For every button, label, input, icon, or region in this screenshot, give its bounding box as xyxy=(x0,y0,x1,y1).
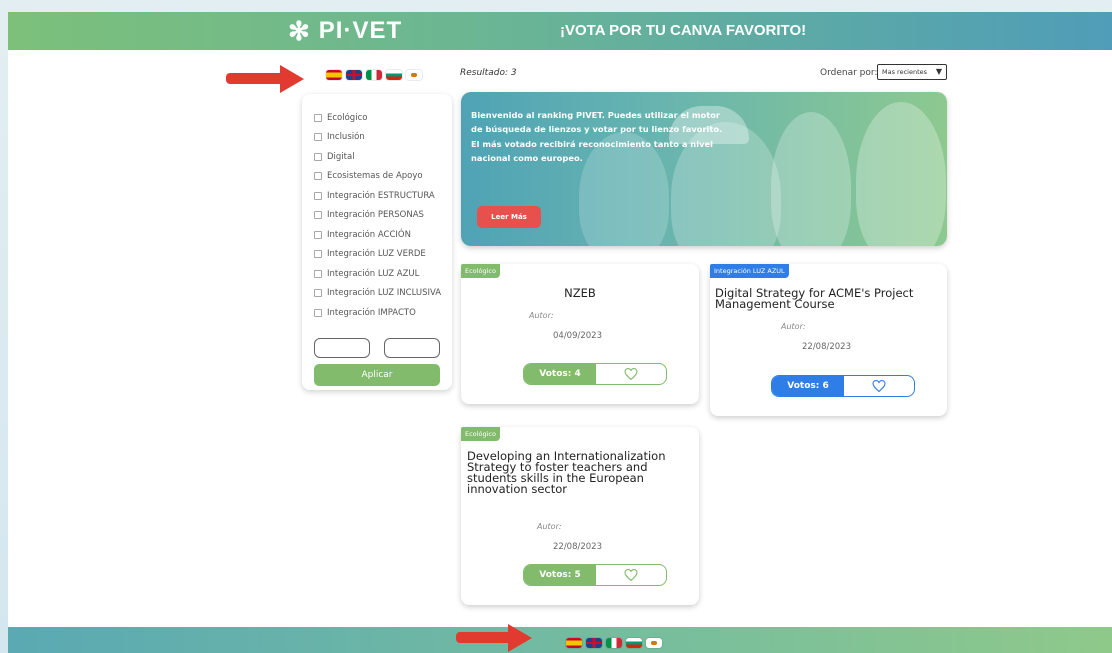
filter-item[interactable]: Integración LUZ INCLUSIVA xyxy=(314,284,452,304)
flag-it-icon[interactable] xyxy=(366,70,382,80)
page-frame: ✻ PI·VET ¡VOTA POR TU CANVA FAVORITO! Ec… xyxy=(8,12,1112,653)
filter-label: Integración LUZ VERDE xyxy=(327,249,426,260)
filter-label: Integración LUZ INCLUSIVA xyxy=(327,288,442,299)
sort-label: Ordenar por: xyxy=(820,68,878,78)
sort-value: Mas recientes xyxy=(882,68,928,76)
filter-label: Integración PERSONAS xyxy=(327,210,424,221)
flag-en-icon[interactable] xyxy=(586,638,602,648)
red-arrow-icon xyxy=(456,623,536,653)
flag-es-icon[interactable] xyxy=(566,638,582,648)
filter-label: Integración LUZ AZUL xyxy=(327,268,420,279)
filter-label: Digital xyxy=(327,151,355,162)
banner-text: Bienvenido al ranking PIVET. Puedes util… xyxy=(471,110,723,164)
canvas-card[interactable]: Ecológico NZEB Autor: 04/09/2023 Votos: … xyxy=(461,264,699,404)
filter-label: Integración IMPACTO xyxy=(327,307,416,318)
header-bar: ✻ PI·VET ¡VOTA POR TU CANVA FAVORITO! xyxy=(8,12,1112,50)
flag-es-icon[interactable] xyxy=(326,70,342,80)
footer-bar xyxy=(8,624,1112,653)
filter-item[interactable]: Inclusión xyxy=(314,128,452,148)
flag-bg-icon[interactable] xyxy=(386,70,402,80)
red-arrow-icon xyxy=(226,64,306,94)
flag-cy-icon[interactable] xyxy=(406,70,422,80)
filter-panel: Ecológico Inclusión Digital Ecosistemas … xyxy=(302,94,452,390)
vote-count: Votos: 4 xyxy=(524,364,596,384)
banner-person-image xyxy=(771,112,851,246)
chevron-down-icon: ▼ xyxy=(935,67,942,76)
flag-bg-icon[interactable] xyxy=(626,638,642,648)
flag-it-icon[interactable] xyxy=(606,638,622,648)
vote-widget: Votos: 6 xyxy=(771,375,915,397)
pivet-logo[interactable]: ✻ PI·VET xyxy=(288,16,402,46)
category-tag: Integración LUZ AZUL xyxy=(710,264,789,278)
flag-en-icon[interactable] xyxy=(346,70,362,80)
read-more-button[interactable]: Leer Más xyxy=(477,206,541,228)
asterisk-logo-icon: ✻ xyxy=(288,15,311,46)
result-count: Resultado: 3 xyxy=(460,68,517,78)
filter-item[interactable]: Digital xyxy=(314,147,452,167)
filter-checkbox[interactable] xyxy=(314,250,322,259)
filter-checkbox[interactable] xyxy=(314,113,322,122)
filter-checkbox[interactable] xyxy=(314,152,322,161)
card-author: Autor: xyxy=(537,522,562,531)
card-date: 22/08/2023 xyxy=(553,542,602,552)
filter-checkbox[interactable] xyxy=(314,230,322,239)
filter-item[interactable]: Integración ACCIÓN xyxy=(314,225,452,245)
heart-icon[interactable] xyxy=(844,376,914,396)
filter-item[interactable]: Integración LUZ VERDE xyxy=(314,245,452,265)
category-tag: Ecológico xyxy=(461,427,500,441)
filter-item[interactable]: Integración LUZ AZUL xyxy=(314,264,452,284)
page-title: ¡VOTA POR TU CANVA FAVORITO! xyxy=(560,22,807,39)
canvas-card[interactable]: Integración LUZ AZUL Digital Strategy fo… xyxy=(710,264,947,416)
flag-cy-icon[interactable] xyxy=(646,638,662,648)
filter-label: Integración ESTRUCTURA xyxy=(327,190,435,201)
filter-item[interactable]: Integración PERSONAS xyxy=(314,206,452,226)
banner-person-image xyxy=(856,102,946,246)
filter-checkbox[interactable] xyxy=(314,191,322,200)
canvas-card[interactable]: Ecológico Developing an Internationaliza… xyxy=(461,427,699,605)
card-date: 04/09/2023 xyxy=(553,331,602,341)
filter-label: Inclusión xyxy=(327,132,365,143)
filter-label: Ecosistemas de Apoyo xyxy=(327,171,423,182)
filter-checkbox[interactable] xyxy=(314,308,322,317)
filter-item[interactable]: Integración ESTRUCTURA xyxy=(314,186,452,206)
sort-select[interactable]: Mas recientes ▼ xyxy=(877,64,947,80)
card-title: Developing an Internationalization Strat… xyxy=(467,449,666,496)
apply-button[interactable]: Aplicar xyxy=(314,364,440,386)
filter-label: Integración ACCIÓN xyxy=(327,229,411,240)
filter-checkbox[interactable] xyxy=(314,133,322,142)
filter-item[interactable]: Ecosistemas de Apoyo xyxy=(314,167,452,187)
vote-widget: Votos: 4 xyxy=(523,363,667,385)
vote-count: Votos: 6 xyxy=(772,376,844,396)
vote-widget: Votos: 5 xyxy=(523,564,667,586)
heart-icon[interactable] xyxy=(596,364,666,384)
card-author: Autor: xyxy=(781,322,806,331)
filter-item[interactable]: Ecológico xyxy=(314,108,452,128)
filter-checkbox[interactable] xyxy=(314,211,322,220)
vote-count: Votos: 5 xyxy=(524,565,596,585)
filter-checkbox[interactable] xyxy=(314,289,322,298)
welcome-banner: Bienvenido al ranking PIVET. Puedes util… xyxy=(461,92,947,246)
card-title: Digital Strategy for ACME's Project Mana… xyxy=(715,286,914,311)
filter-checkbox[interactable] xyxy=(314,269,322,278)
filter-label: Ecológico xyxy=(327,112,368,123)
footer-language-selector xyxy=(566,638,662,648)
language-selector xyxy=(326,70,422,80)
logo-text: PI·VET xyxy=(318,17,403,44)
filter-item[interactable]: Integración IMPACTO xyxy=(314,303,452,323)
date-from-input[interactable] xyxy=(314,338,370,358)
card-title: NZEB xyxy=(564,286,596,300)
filter-checkbox[interactable] xyxy=(314,172,322,181)
card-date: 22/08/2023 xyxy=(802,342,851,352)
heart-icon[interactable] xyxy=(596,565,666,585)
date-range xyxy=(314,338,440,358)
category-tag: Ecológico xyxy=(461,264,500,278)
date-to-input[interactable] xyxy=(384,338,440,358)
card-author: Autor: xyxy=(529,311,554,320)
